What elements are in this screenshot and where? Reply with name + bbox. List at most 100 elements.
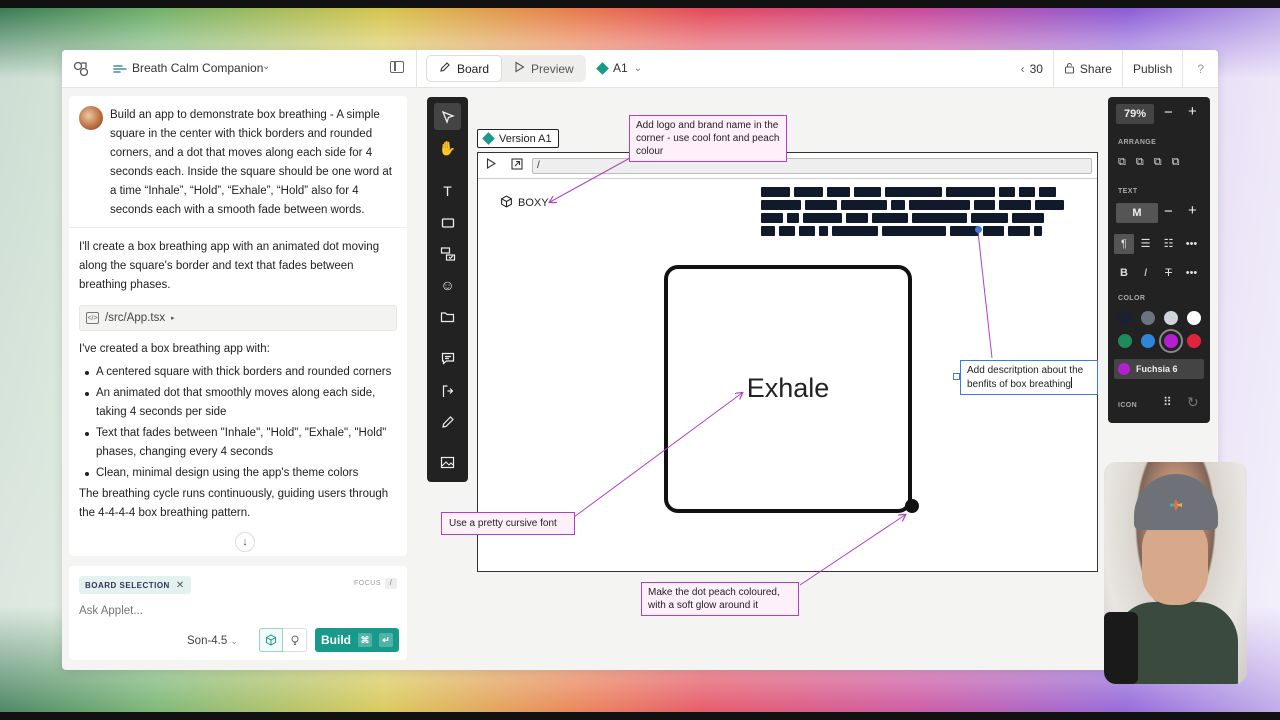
publish-button[interactable]: Publish — [1121, 50, 1182, 88]
board-selection-chip[interactable]: BOARD SELECTION ✕ — [79, 576, 191, 594]
color-swatch-selected[interactable] — [1159, 329, 1183, 353]
resize-handle[interactable] — [953, 373, 960, 380]
more-icon[interactable]: ••• — [1180, 263, 1203, 283]
hand-tool-icon[interactable]: ✋ — [434, 135, 461, 162]
tab-preview[interactable]: Preview — [502, 55, 586, 82]
bold-icon[interactable]: B — [1114, 263, 1134, 283]
command-key-icon: ⌘ — [358, 633, 372, 647]
text-caret — [1070, 377, 1072, 388]
list-item: Clean, minimal design using the app's th… — [79, 464, 401, 483]
text-size-down-icon[interactable]: − — [1164, 203, 1173, 220]
annotation-logo[interactable]: Add logo and brand name in the corner - … — [629, 115, 787, 162]
lightbulb-icon[interactable] — [283, 628, 307, 652]
color-swatch[interactable] — [1118, 311, 1132, 325]
color-name: Fuchsia 6 — [1136, 364, 1178, 374]
history-button[interactable]: ‹ 30 — [1011, 50, 1053, 88]
file-chip-label: /src/App.tsx — [105, 312, 166, 324]
user-message-text: Build an app to demonstrate box breathin… — [110, 109, 392, 216]
list-item: An animated dot that smoothly moves alon… — [79, 384, 401, 422]
color-name-field[interactable]: Fuchsia 6 — [1114, 359, 1204, 379]
italic-icon[interactable]: I — [1134, 263, 1157, 283]
zoom-out-icon[interactable]: − — [1164, 104, 1173, 121]
file-chip[interactable]: </> /src/App.tsx ▸ — [79, 305, 397, 331]
format-controls: B I T ••• — [1114, 263, 1203, 283]
tab-board[interactable]: Board — [426, 55, 503, 82]
annotation-description-text: Add descritption about the benfits of bo… — [967, 365, 1084, 390]
color-swatch[interactable] — [1141, 334, 1155, 348]
paragraph-icon[interactable]: ¶ — [1114, 234, 1134, 254]
color-swatch[interactable] — [1118, 334, 1132, 348]
bring-to-front-icon[interactable]: ⧉ — [1118, 156, 1126, 169]
url-field[interactable]: / — [532, 158, 1092, 174]
annotation-description[interactable]: Add descritption about the benfits of bo… — [960, 360, 1098, 395]
chevron-down-icon[interactable]: ⌄ — [262, 61, 270, 72]
chevron-down-icon: ⌄ — [230, 636, 239, 646]
color-swatch[interactable] — [1164, 311, 1178, 325]
icon-label: ICON — [1118, 402, 1138, 409]
assistant-intro: I'll create a box breathing app with an … — [79, 241, 380, 291]
selected-color-swatch — [1118, 363, 1130, 375]
presenter-face — [1142, 517, 1208, 605]
color-swatch[interactable] — [1141, 311, 1155, 325]
rectangle-tool-icon[interactable] — [434, 209, 461, 236]
help-icon: ? — [1197, 62, 1204, 76]
text-tool-icon[interactable]: T — [434, 177, 461, 204]
component-tool-icon[interactable] — [434, 240, 461, 267]
user-message: Build an app to demonstrate box breathin… — [69, 96, 407, 228]
ask-input[interactable] — [79, 605, 379, 617]
pencil-tool-icon[interactable] — [434, 408, 461, 435]
bring-forward-icon[interactable]: ⧉ — [1136, 156, 1144, 169]
numbered-list-icon[interactable]: ☷ — [1157, 234, 1180, 254]
run-icon[interactable] — [486, 158, 497, 172]
send-backward-icon[interactable]: ⧉ — [1154, 156, 1162, 169]
sidebar-toggle-icon[interactable] — [390, 61, 404, 73]
close-icon[interactable]: ✕ — [176, 580, 185, 591]
brand-name: BOXY — [518, 197, 549, 209]
frame-browser-bar: / — [478, 153, 1097, 179]
description-text-block[interactable] — [761, 187, 1073, 239]
color-swatch[interactable] — [1187, 334, 1201, 348]
frame-tool-icon[interactable] — [434, 303, 461, 330]
build-button[interactable]: Build ⌘ ↵ — [315, 628, 399, 652]
play-icon — [514, 61, 525, 76]
bullet-list-icon[interactable]: ☰ — [1134, 234, 1157, 254]
text-size-up-icon[interactable]: + — [1188, 202, 1197, 219]
text-size[interactable]: M — [1116, 203, 1158, 223]
version-tag[interactable]: Version A1 — [477, 129, 559, 148]
focus-key: / — [385, 578, 397, 589]
reset-icon[interactable]: ↻ — [1187, 394, 1199, 411]
zoom-level[interactable]: 79% — [1116, 104, 1154, 124]
annotation-dot[interactable]: Make the dot peach coloured, with a soft… — [641, 582, 799, 616]
icon-grid-icon[interactable]: ⠿ — [1163, 395, 1172, 409]
text-anchor-dot[interactable] — [975, 226, 982, 233]
focus-label: FOCUS — [354, 580, 381, 587]
breathing-dot[interactable] — [905, 499, 919, 513]
annotation-font[interactable]: Use a pretty cursive font — [441, 512, 575, 535]
flow-tool-icon[interactable] — [434, 377, 461, 404]
open-external-icon[interactable] — [511, 158, 523, 173]
assistant-created-text: I've created a box breathing app with: — [79, 343, 270, 355]
zoom-in-icon[interactable]: + — [1188, 103, 1197, 120]
assistant-outro-text: The breathing cycle runs continuously, g… — [79, 488, 389, 519]
version-tag-label: Version A1 — [499, 132, 552, 145]
project-name[interactable]: Breath Calm Companion — [132, 61, 263, 75]
version-diamond-icon — [482, 132, 495, 145]
share-button[interactable]: Share — [1052, 50, 1122, 88]
help-button[interactable]: ? — [1182, 50, 1218, 88]
scroll-down-icon[interactable]: ↓ — [235, 532, 255, 552]
emoji-tool-icon[interactable]: ☺ — [434, 271, 461, 298]
history-icon: ‹ — [1020, 62, 1025, 76]
color-swatch[interactable] — [1187, 311, 1201, 325]
comment-tool-icon[interactable] — [434, 345, 461, 372]
more-icon[interactable]: ••• — [1180, 234, 1203, 254]
webcam-overlay — [1104, 462, 1247, 684]
model-selector[interactable]: Son-4.5 ⌄ — [187, 635, 238, 647]
image-tool-icon[interactable] — [434, 449, 461, 476]
strikethrough-icon[interactable]: T — [1157, 263, 1180, 283]
send-to-back-icon[interactable]: ⧉ — [1172, 156, 1180, 169]
header-actions: ‹ 30 Share Publish ? — [1011, 50, 1218, 88]
cube-icon[interactable] — [259, 628, 283, 652]
select-tool-icon[interactable] — [434, 103, 461, 130]
app-logo-icon[interactable] — [72, 60, 90, 78]
version-selector[interactable]: A1 ⌄ — [596, 61, 642, 75]
